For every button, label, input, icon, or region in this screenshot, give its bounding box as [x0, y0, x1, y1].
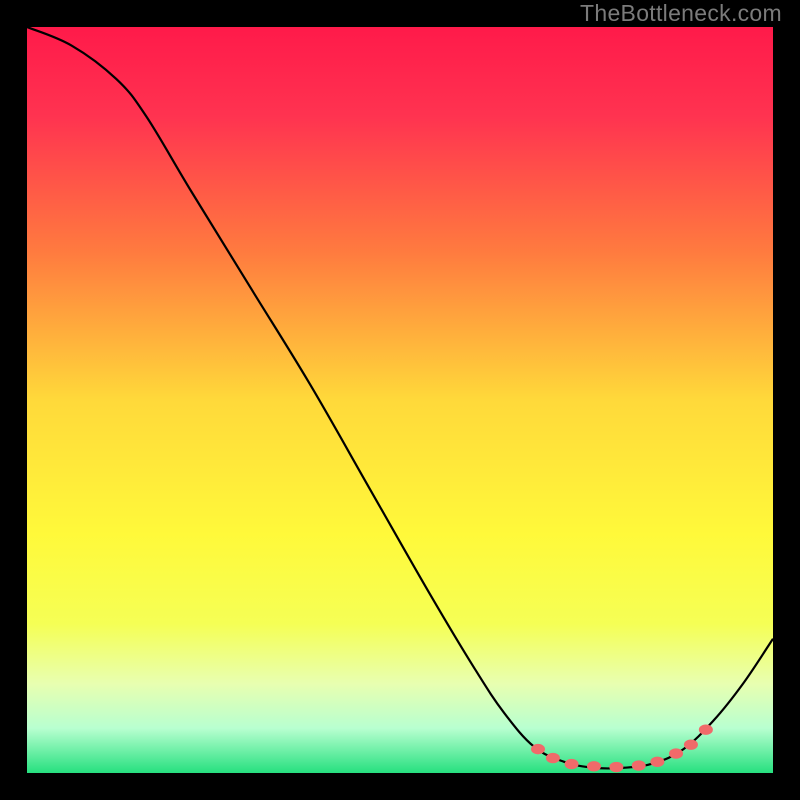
- plot-area: [27, 27, 773, 773]
- curve-marker: [632, 760, 646, 770]
- curve-marker: [669, 748, 683, 758]
- curve-marker: [565, 759, 579, 769]
- curve-marker: [609, 762, 623, 772]
- watermark-text: TheBottleneck.com: [580, 0, 782, 27]
- curve-marker: [684, 739, 698, 749]
- gradient-background: [27, 27, 773, 773]
- chart-container: TheBottleneck.com: [0, 0, 800, 800]
- curve-marker: [699, 725, 713, 735]
- curve-marker: [546, 753, 560, 763]
- curve-marker: [650, 757, 664, 767]
- curve-marker: [531, 744, 545, 754]
- chart-svg: [27, 27, 773, 773]
- curve-marker: [587, 761, 601, 771]
